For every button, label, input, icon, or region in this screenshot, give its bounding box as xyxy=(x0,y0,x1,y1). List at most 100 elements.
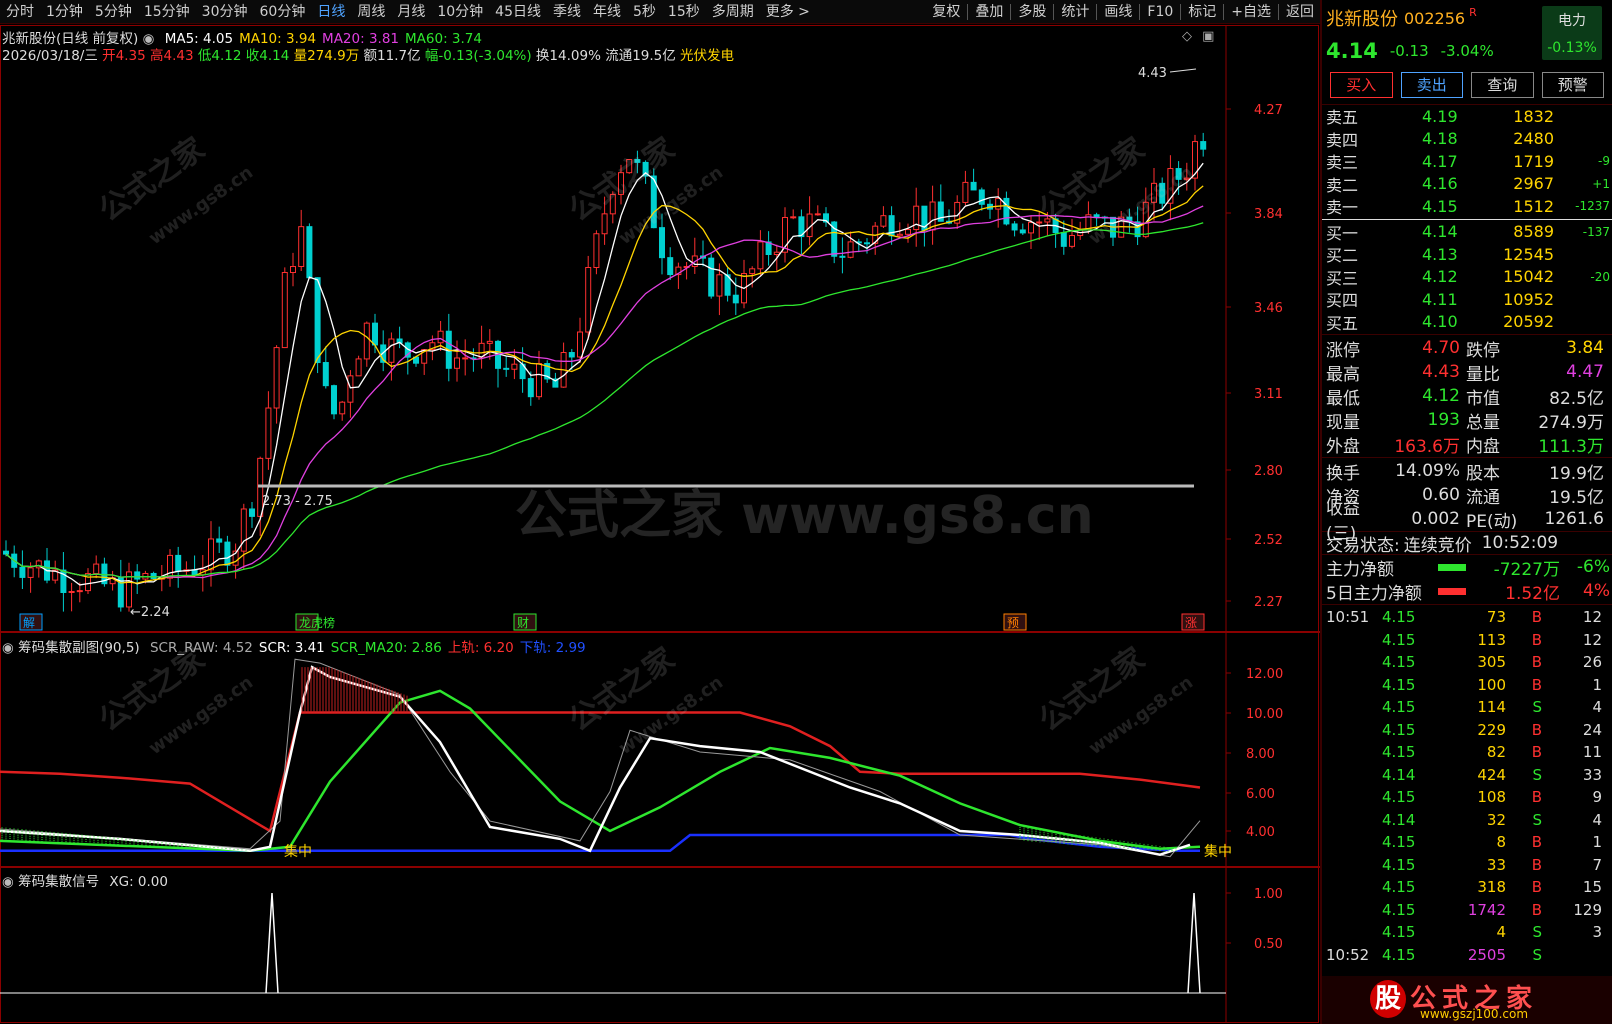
period-tab[interactable]: 30分钟 xyxy=(196,0,254,24)
period-tab[interactable]: 日线 xyxy=(311,0,351,24)
bid-row[interactable]: 买四 4.11 10952 xyxy=(1322,288,1612,311)
flow-row[interactable]: 主力净额 -7227万 -6% xyxy=(1322,555,1612,580)
sell-button[interactable]: 卖出 xyxy=(1400,72,1463,98)
event-marker-label: 龙虎榜 xyxy=(299,615,335,630)
candle-up xyxy=(847,241,854,258)
alert-button[interactable]: 预警 xyxy=(1541,72,1604,98)
settings-circle-icon[interactable]: ◉ xyxy=(2,640,14,656)
period-tab[interactable]: 周线 xyxy=(351,0,391,24)
period-tab[interactable]: 月线 xyxy=(391,0,431,24)
tool-button[interactable]: 复权 xyxy=(926,0,966,24)
event-marker[interactable]: 解 xyxy=(19,613,43,631)
bid-price: 4.12 xyxy=(1422,267,1458,287)
price-tick-label: 3.84 xyxy=(1254,207,1283,222)
stat-value: 19.9亿 xyxy=(1549,463,1604,484)
period-tab[interactable]: 多周期 xyxy=(706,0,760,24)
tick-volume: 32 xyxy=(1486,810,1506,829)
ask-row[interactable]: 卖五 4.19 1832 xyxy=(1322,105,1612,128)
ask-row[interactable]: 卖一 4.15 1512 -1237 xyxy=(1322,195,1612,218)
bid-row[interactable]: 买三 4.12 15042 -20 xyxy=(1322,266,1612,289)
tick-count: 4 xyxy=(1592,698,1602,717)
tool-button[interactable]: 多股 xyxy=(1012,0,1052,24)
tick-row: 4.15 100 B 1 xyxy=(1322,674,1612,697)
tool-button[interactable]: 返回 xyxy=(1280,0,1320,24)
price-tick-label: 2.27 xyxy=(1254,595,1283,610)
diamond-icon[interactable]: ◇ xyxy=(1182,29,1192,44)
candle-up xyxy=(880,215,887,227)
candlesticks[interactable] xyxy=(3,132,1207,612)
candle-down xyxy=(322,362,329,387)
ask-row[interactable]: 卖四 4.18 2480 xyxy=(1322,128,1612,151)
tool-button[interactable]: 标记 xyxy=(1182,0,1222,24)
bid-row[interactable]: 买二 4.13 12545 xyxy=(1322,243,1612,266)
tool-button[interactable]: +自选 xyxy=(1225,0,1277,24)
candle-up xyxy=(913,205,920,231)
period-tab[interactable]: 年线 xyxy=(587,0,627,24)
period-tab[interactable]: 60分钟 xyxy=(254,0,312,24)
period-tab[interactable]: 10分钟 xyxy=(431,0,489,24)
event-marker[interactable]: 龙虎榜 xyxy=(295,613,335,631)
tick-volume: 108 xyxy=(1477,788,1506,807)
bid-label: 买一 xyxy=(1326,223,1359,243)
site-logo: 股 公式之家 www.gszj100.com xyxy=(1322,976,1612,1024)
tick-count: 33 xyxy=(1582,765,1602,784)
period-tab[interactable]: 5分钟 xyxy=(89,0,138,24)
bid-price: 4.14 xyxy=(1422,222,1458,242)
tick-direction: B xyxy=(1531,743,1542,762)
tool-button[interactable]: 统计 xyxy=(1055,0,1095,24)
indicator1-title[interactable]: 筹码集散副图(90,5) xyxy=(18,640,140,656)
bid-row[interactable]: 买一 4.14 8589 -137 xyxy=(1322,221,1612,244)
tick-list[interactable]: 10:51 4.15 73 B 12 4.15 113 B 12 4.15 305 B 26 4.15 10… xyxy=(1322,606,1612,966)
settings-circle-icon[interactable]: ◉ xyxy=(2,874,14,890)
ask-row[interactable]: 卖二 4.16 2967 +1 xyxy=(1322,173,1612,196)
sector-badge[interactable]: 电力 -0.13% xyxy=(1542,6,1602,60)
price-tick-label: 2.80 xyxy=(1254,464,1283,479)
indicator2-header: ◉ 筹码集散信号 XG: 0.00 xyxy=(2,870,168,890)
candle-down xyxy=(1093,214,1100,218)
window-icon[interactable]: ▣ xyxy=(1202,29,1214,44)
kline-chart-area[interactable]: 4.27 3.84 3.46 3.11 2.80 2.52 2.27 12.00 10.00 8.… xyxy=(0,25,1320,1024)
period-tab[interactable]: 分时 xyxy=(0,0,40,24)
tick-count: 26 xyxy=(1582,653,1602,672)
candle-up xyxy=(273,347,280,409)
candle-up xyxy=(593,233,600,269)
kline-chart-svg[interactable]: 4.27 3.84 3.46 3.11 2.80 2.52 2.27 12.00 10.00 8.… xyxy=(0,25,1320,1024)
tick-row: 4.14 424 S 33 xyxy=(1322,764,1612,787)
candle-down xyxy=(1175,168,1182,180)
event-marker-label: 涨 xyxy=(1185,615,1197,630)
period-tab[interactable]: 季线 xyxy=(547,0,587,24)
candle-down xyxy=(216,538,223,543)
indicator2-title[interactable]: 筹码集散信号 xyxy=(18,874,99,890)
tick-price: 4.15 xyxy=(1382,788,1416,807)
flow-row[interactable]: 5日主力净额 1.52亿 4% xyxy=(1322,579,1612,604)
period-tab[interactable]: 5秒 xyxy=(627,0,662,24)
period-tab[interactable]: 15分钟 xyxy=(138,0,196,24)
tool-button[interactable]: 叠加 xyxy=(969,0,1009,24)
bid-row[interactable]: 买五 4.10 20592 xyxy=(1322,311,1612,334)
tick-row: 4.15 318 B 15 xyxy=(1322,876,1612,899)
tool-button[interactable]: 画线 xyxy=(1098,0,1138,24)
event-marker[interactable]: 预 xyxy=(1003,613,1027,631)
period-tab[interactable]: 45日线 xyxy=(489,0,547,24)
candle-up xyxy=(626,159,633,174)
stat-label: 总量 xyxy=(1466,412,1500,433)
ask-price: 4.18 xyxy=(1422,129,1458,149)
separator xyxy=(1010,3,1012,20)
tick-volume: 424 xyxy=(1477,765,1506,784)
period-tab[interactable]: 1分钟 xyxy=(40,0,89,24)
period-tab[interactable]: 15秒 xyxy=(662,0,706,24)
candle-down xyxy=(224,541,231,566)
ohlc-field: 收4.14 xyxy=(241,48,290,64)
event-marker[interactable]: 涨 xyxy=(1181,613,1205,631)
query-button[interactable]: 查询 xyxy=(1471,72,1534,98)
candle-down xyxy=(372,322,378,346)
tick-count: 24 xyxy=(1582,720,1602,739)
tool-button[interactable]: F10 xyxy=(1141,0,1179,24)
ask-volume: 1512 xyxy=(1513,196,1554,216)
tick-volume: 8 xyxy=(1496,833,1506,852)
ask-row[interactable]: 卖三 4.17 1719 -9 xyxy=(1322,150,1612,173)
event-marker[interactable]: 财 xyxy=(513,613,537,631)
period-tab[interactable]: 更多 > xyxy=(760,0,816,24)
buy-button[interactable]: 买入 xyxy=(1330,72,1393,98)
bid-volume: 10952 xyxy=(1503,289,1554,309)
